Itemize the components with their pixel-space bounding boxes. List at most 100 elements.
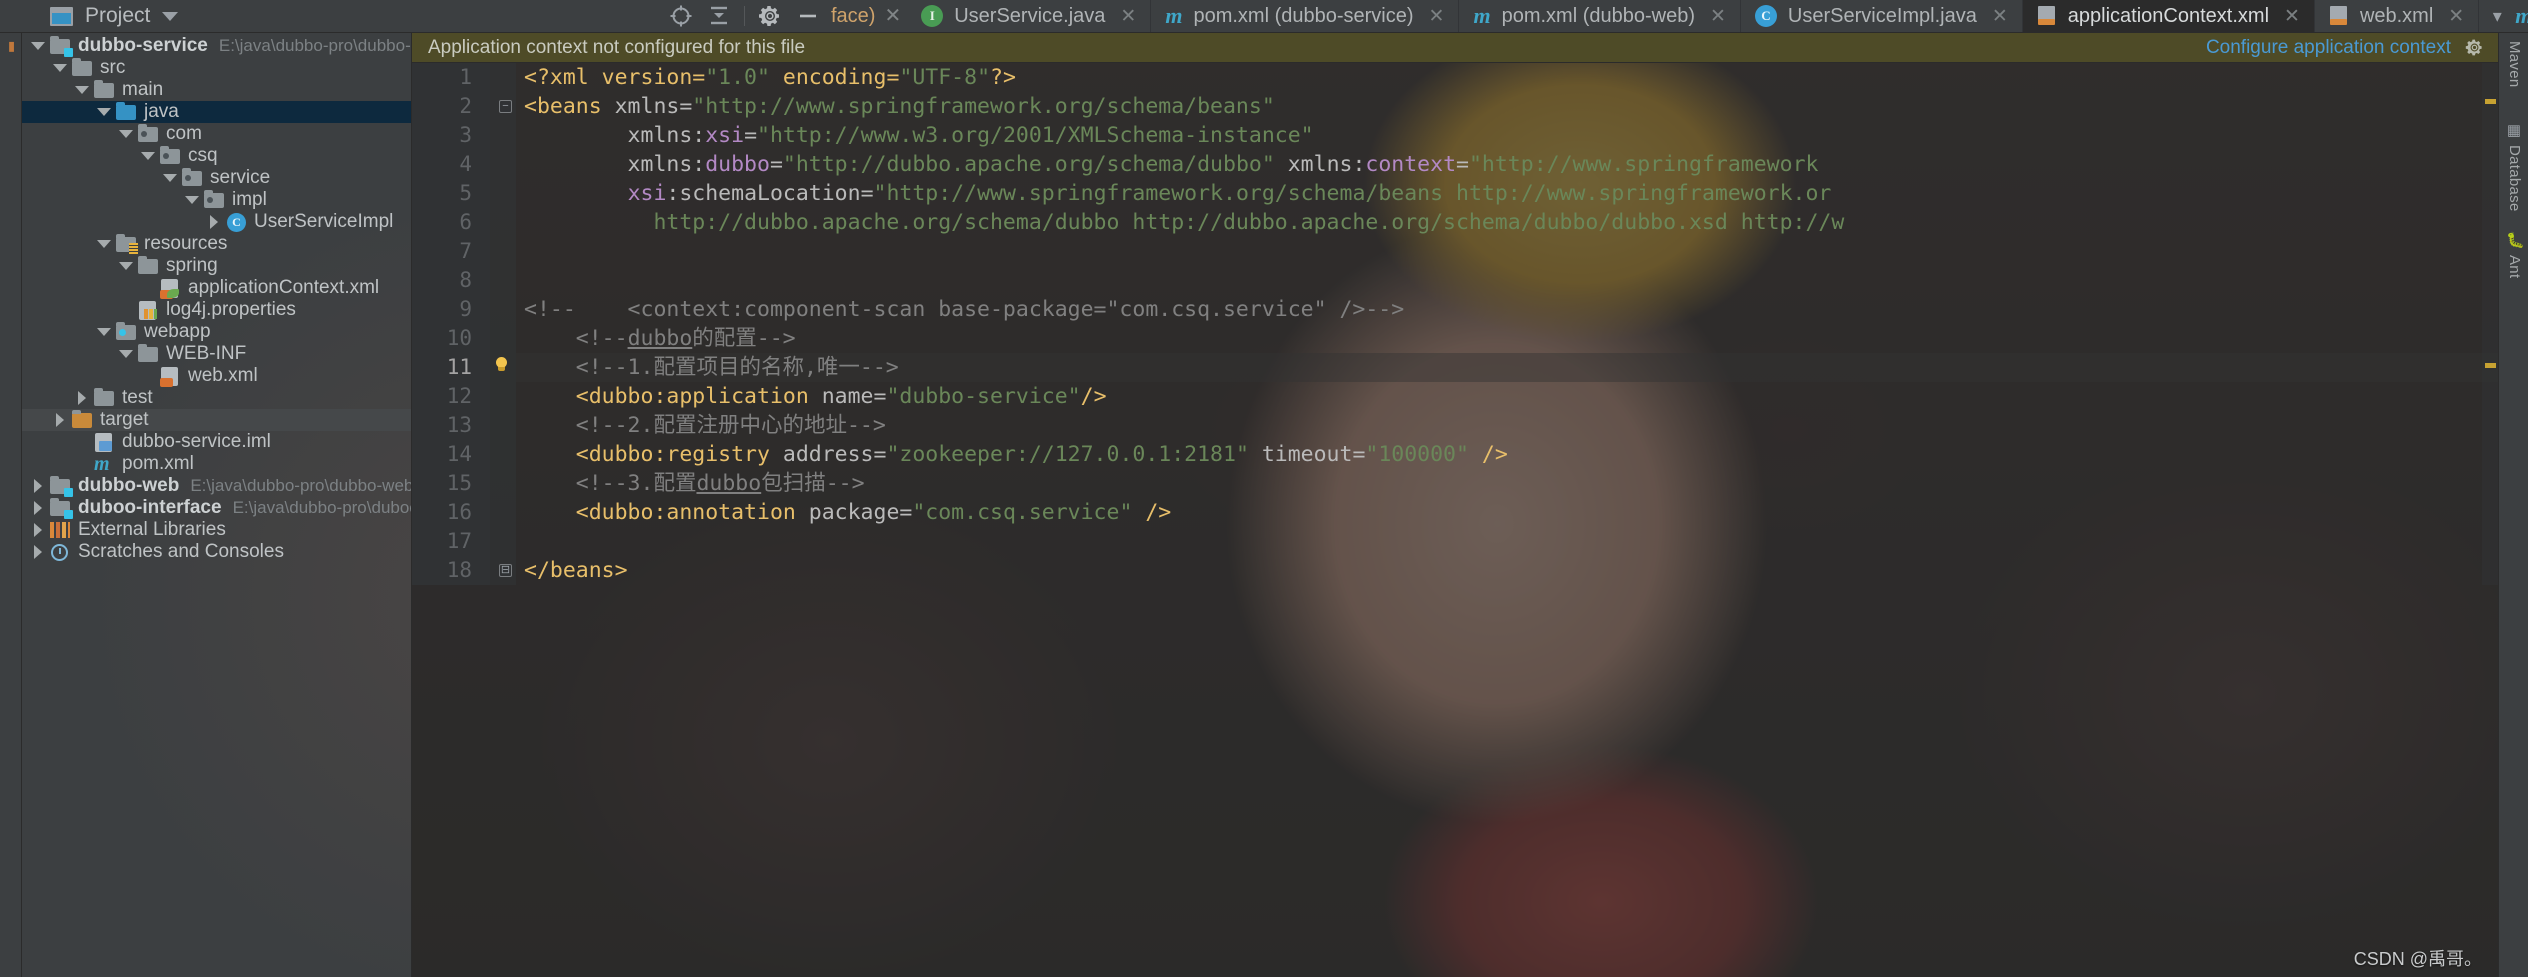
fold-collapse-icon[interactable]: − xyxy=(499,100,512,113)
code-text-column[interactable]: <?xml version="1.0" encoding="UTF-8"?> <… xyxy=(516,63,2498,585)
tree-row-src[interactable]: src xyxy=(22,57,411,79)
tree-row-scratches-and-consoles[interactable]: Scratches and Consoles xyxy=(22,541,411,563)
tree-row-application-context-xml[interactable]: applicationContext.xml xyxy=(22,277,411,299)
tree-row-test[interactable]: test xyxy=(22,387,411,409)
tree-row-service[interactable]: service xyxy=(22,167,411,189)
code-line[interactable]: xmlns:xsi="http://www.w3.org/2001/XMLSch… xyxy=(516,121,2498,150)
collapse-arrow-icon[interactable] xyxy=(30,545,46,559)
collapse-all-icon[interactable] xyxy=(700,0,738,33)
tab-application-context-xml[interactable]: applicationContext.xml ✕ xyxy=(2022,0,2315,32)
tree-row-spring[interactable]: spring xyxy=(22,255,411,277)
code-line[interactable]: http://dubbo.apache.org/schema/dubbo htt… xyxy=(516,208,2498,237)
tree-row-com[interactable]: com xyxy=(22,123,411,145)
hide-panel-icon[interactable] xyxy=(789,0,827,33)
code-line[interactable]: <!--2.配置注册中心的地址--> xyxy=(516,411,2498,440)
tree-row-csq[interactable]: csq xyxy=(22,145,411,167)
tool-window-database[interactable]: Database xyxy=(2506,145,2523,212)
tab-web-xml[interactable]: web.xml ✕ xyxy=(2315,0,2480,32)
expand-arrow-icon[interactable] xyxy=(118,262,134,270)
tree-row-dubbo-service-iml[interactable]: dubbo-service.iml xyxy=(22,431,411,453)
close-icon[interactable]: ✕ xyxy=(1710,5,1726,28)
expand-arrow-icon[interactable] xyxy=(184,196,200,204)
clipped-tab[interactable]: face) ✕ xyxy=(831,0,908,32)
tab-user-service-impl-java[interactable]: C UserServiceImpl.java ✕ xyxy=(1741,0,2023,32)
settings-gear-icon[interactable] xyxy=(751,0,789,33)
code-line[interactable]: </beans> xyxy=(516,556,2498,585)
code-line[interactable]: <!--3.配置dubbo包扫描--> xyxy=(516,469,2498,498)
expand-arrow-icon[interactable] xyxy=(96,328,112,336)
maven-tool-window-icon[interactable]: m xyxy=(2515,0,2528,32)
close-icon[interactable]: ✕ xyxy=(1120,5,1136,28)
expand-arrow-icon[interactable] xyxy=(52,64,68,72)
code-line[interactable]: <dubbo:registry address="zookeeper://127… xyxy=(516,440,2498,469)
chevron-down-icon[interactable] xyxy=(162,11,179,21)
gutter-mark-fold-end[interactable]: ⊟ xyxy=(490,556,516,585)
tree-row-java[interactable]: java xyxy=(22,101,411,123)
expand-arrow-icon[interactable] xyxy=(162,174,178,182)
lightbulb-icon[interactable] xyxy=(494,357,509,372)
tree-row-dubbo-service[interactable]: dubbo-service E:\java\dubbo-pro\dubbo-se… xyxy=(22,35,411,57)
tree-row-resources[interactable]: resources xyxy=(22,233,411,255)
expand-arrow-icon[interactable] xyxy=(140,152,156,160)
close-icon[interactable]: ✕ xyxy=(1992,5,2008,28)
gutter-markers[interactable]: − ⊟ xyxy=(490,63,516,585)
tab-user-service-java[interactable]: I UserService.java ✕ xyxy=(907,0,1152,32)
gutter-mark-fold[interactable]: − xyxy=(490,92,516,121)
tree-row-main[interactable]: main xyxy=(22,79,411,101)
project-view-selector[interactable]: Project xyxy=(22,0,662,32)
code-line[interactable] xyxy=(516,237,2498,266)
collapse-arrow-icon[interactable] xyxy=(206,215,222,229)
tab-overflow-chevron-down-icon[interactable]: ▾ xyxy=(2479,0,2515,32)
code-line[interactable] xyxy=(516,527,2498,556)
error-stripe-gutter[interactable] xyxy=(2482,63,2498,585)
close-icon[interactable]: ✕ xyxy=(1429,5,1445,28)
code-line[interactable]: <!-- <context:component-scan base-packag… xyxy=(516,295,2498,324)
tool-window-ant[interactable]: Ant xyxy=(2506,255,2523,278)
code-line[interactable]: xmlns:dubbo="http://dubbo.apache.org/sch… xyxy=(516,150,2498,179)
code-line[interactable]: <!--dubbo的配置--> xyxy=(516,324,2498,353)
expand-arrow-icon[interactable] xyxy=(30,42,46,50)
configure-application-context-link[interactable]: Configure application context xyxy=(2206,37,2451,59)
tree-row-log4j-properties[interactable]: log4j.properties xyxy=(22,299,411,321)
expand-arrow-icon[interactable] xyxy=(74,86,90,94)
tree-row-target[interactable]: target xyxy=(22,409,411,431)
tree-row-web-xml[interactable]: web.xml xyxy=(22,365,411,387)
fold-collapse-icon[interactable]: ⊟ xyxy=(499,564,512,577)
tree-row-pom-xml[interactable]: m pom.xml xyxy=(22,453,411,475)
warning-marker[interactable] xyxy=(2485,363,2496,368)
gutter-mark-intention[interactable] xyxy=(490,353,516,382)
gear-icon[interactable] xyxy=(2465,38,2484,57)
warning-marker[interactable] xyxy=(2485,99,2496,104)
expand-arrow-icon[interactable] xyxy=(96,108,112,116)
tree-row-web-inf[interactable]: WEB-INF xyxy=(22,343,411,365)
collapse-arrow-icon[interactable] xyxy=(74,391,90,405)
expand-arrow-icon[interactable] xyxy=(96,240,112,248)
tree-row-user-service-impl[interactable]: C UserServiceImpl xyxy=(22,211,411,233)
tool-window-maven[interactable]: Maven xyxy=(2506,41,2523,88)
tree-row-impl[interactable]: impl xyxy=(22,189,411,211)
tab-pom-xml-dubbo-web[interactable]: m pom.xml (dubbo-web) ✕ xyxy=(1459,0,1741,32)
collapse-arrow-icon[interactable] xyxy=(30,479,46,493)
tree-row-duboo-interface[interactable]: duboo-interface E:\java\dubbo-pro\duboo-… xyxy=(22,497,411,519)
code-line[interactable]: xsi:schemaLocation="http://www.springfra… xyxy=(516,179,2498,208)
code-line[interactable]: <beans xmlns="http://www.springframework… xyxy=(516,92,2498,121)
collapse-arrow-icon[interactable] xyxy=(52,413,68,427)
tab-pom-xml-dubbo-service[interactable]: m pom.xml (dubbo-service) ✕ xyxy=(1151,0,1460,32)
tree-row-dubbo-web[interactable]: dubbo-web E:\java\dubbo-pro\dubbo-web xyxy=(22,475,411,497)
tree-row-webapp[interactable]: webapp xyxy=(22,321,411,343)
tree-row-external-libraries[interactable]: External Libraries xyxy=(22,519,411,541)
code-line-current[interactable]: <!--1.配置项目的名称,唯一--> xyxy=(516,353,2498,382)
expand-arrow-icon[interactable] xyxy=(118,350,134,358)
collapse-arrow-icon[interactable] xyxy=(30,523,46,537)
locate-icon[interactable] xyxy=(662,0,700,33)
code-line[interactable]: <dubbo:annotation package="com.csq.servi… xyxy=(516,498,2498,527)
expand-arrow-icon[interactable] xyxy=(118,130,134,138)
code-line[interactable]: <?xml version="1.0" encoding="UTF-8"?> xyxy=(516,63,2498,92)
code-editor[interactable]: 1 2 3 4 5 6 7 8 9 10 11 12 13 14 15 16 1 xyxy=(412,63,2498,585)
code-line[interactable] xyxy=(516,266,2498,295)
close-icon[interactable]: ✕ xyxy=(2284,5,2300,28)
code-line[interactable]: <dubbo:application name="dubbo-service"/… xyxy=(516,382,2498,411)
close-icon[interactable]: ✕ xyxy=(884,6,901,26)
close-icon[interactable]: ✕ xyxy=(2448,5,2464,28)
collapse-arrow-icon[interactable] xyxy=(30,501,46,515)
